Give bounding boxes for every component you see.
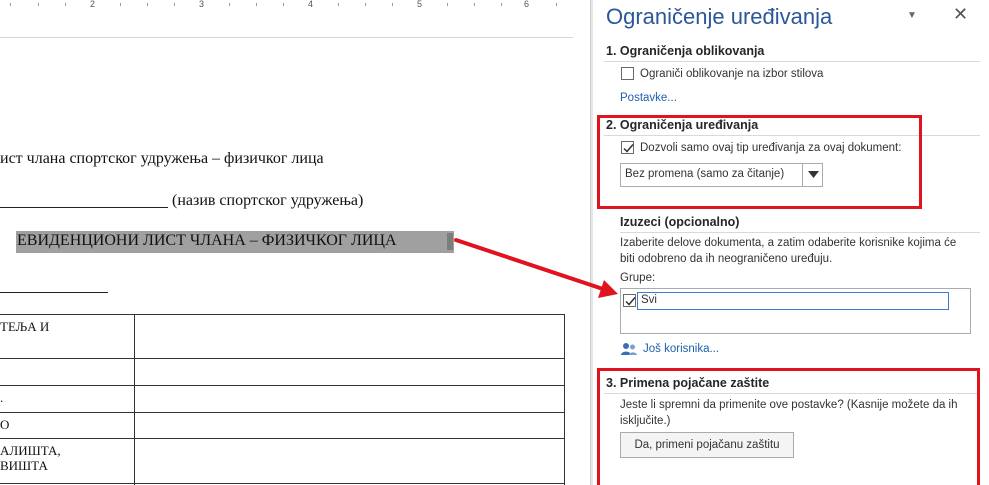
- annotation-arrow: [454, 238, 618, 298]
